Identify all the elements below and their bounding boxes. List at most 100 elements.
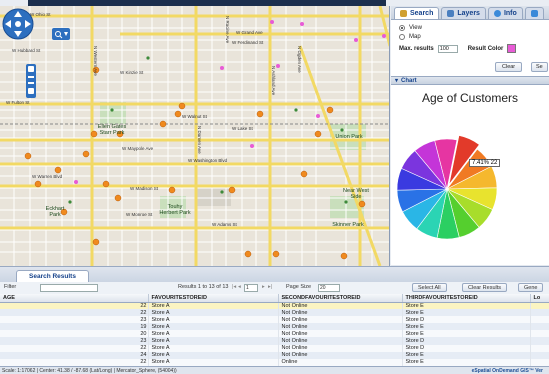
pie-chart[interactable] bbox=[391, 107, 549, 267]
results-table: AGE FAVOURITESTOREID SECONDFAVOURITESTOR… bbox=[0, 294, 549, 366]
search-icon bbox=[400, 10, 407, 17]
cell-age: 23 bbox=[0, 337, 149, 345]
tab-layers[interactable]: Layers bbox=[441, 7, 486, 19]
radio-view-row[interactable]: View bbox=[399, 23, 541, 32]
table-row[interactable]: 23 Store A Not Online Store D bbox=[0, 337, 549, 345]
tab-tools[interactable] bbox=[524, 7, 544, 19]
map-view[interactable]: W Ohio St W Grand Ave W Ferdinand St W H… bbox=[0, 6, 390, 266]
table-row[interactable]: 22 Store A Not Online Store D bbox=[0, 344, 549, 352]
last-page-icon[interactable]: ▸| bbox=[268, 284, 272, 290]
column-header[interactable]: SECONDFAVOURITESTOREID bbox=[278, 294, 403, 303]
cell-third: Store E bbox=[402, 358, 531, 366]
street-label: W Ferdinand St bbox=[232, 40, 264, 45]
street-label: W Grand Ave bbox=[236, 30, 263, 35]
street-label: W Washington Blvd bbox=[188, 158, 228, 163]
info-icon bbox=[493, 10, 501, 17]
table-header-row: AGE FAVOURITESTOREID SECONDFAVOURITESTOR… bbox=[0, 294, 549, 303]
tab-info[interactable]: Info bbox=[487, 7, 523, 19]
table-row[interactable]: 22 Store A Not Online Store E bbox=[0, 309, 549, 317]
results-toolbar: Filter Results 1 to 13 of 13 |◂ ◂ 1 ▸ ▸|… bbox=[0, 282, 549, 294]
map-toolbar[interactable] bbox=[52, 28, 70, 40]
cell-age: 19 bbox=[0, 323, 149, 331]
cell-third: Store E bbox=[402, 330, 531, 338]
table-row[interactable]: 19 Store A Not Online Store E bbox=[0, 323, 549, 331]
tab-search-results[interactable]: Search Results bbox=[16, 270, 89, 282]
tools-icon bbox=[530, 10, 538, 17]
result-color-label: Result Color bbox=[467, 45, 504, 52]
first-page-icon[interactable]: |◂ bbox=[232, 284, 236, 290]
radio-map[interactable] bbox=[399, 33, 405, 40]
area-label: Near West Side bbox=[343, 188, 369, 200]
cell-age: 22 bbox=[0, 358, 149, 366]
side-panel: Search Layers Info View Map Max. results… bbox=[391, 6, 549, 266]
cell-third: Store E bbox=[402, 351, 531, 359]
cell-fav: Store A bbox=[148, 344, 279, 352]
street-label: N Ashland Ave bbox=[271, 66, 276, 96]
generate-button[interactable]: Gene bbox=[518, 283, 544, 292]
clear-results-button[interactable]: Clear Results bbox=[462, 283, 508, 292]
page-input[interactable]: 1 bbox=[244, 284, 258, 292]
result-color-swatch[interactable] bbox=[507, 44, 517, 53]
cell-age: 20 bbox=[0, 330, 149, 338]
tab-label: Search bbox=[410, 10, 434, 17]
radio-view[interactable] bbox=[399, 24, 405, 31]
park-label: Union Park bbox=[335, 134, 363, 140]
park-label: Touhy Herbert Park bbox=[159, 204, 191, 216]
cell-third: Store E bbox=[402, 309, 531, 317]
column-header[interactable]: THIRDFAVOURITESTOREID bbox=[402, 294, 531, 303]
street-label: W Fulton St bbox=[6, 100, 30, 105]
chart-panel-title: Chart bbox=[401, 77, 417, 84]
cell-second: Not Online bbox=[278, 344, 403, 352]
results-panel: Search Results Filter Results 1 to 13 of… bbox=[0, 266, 549, 366]
street-label: N Western Ave bbox=[93, 46, 98, 76]
radio-label: View bbox=[409, 24, 422, 31]
street-label: W Warren Blvd bbox=[32, 174, 63, 179]
collapse-icon[interactable]: ▾ bbox=[395, 77, 398, 84]
cell-age: 22 bbox=[0, 309, 149, 317]
street-label: W Kinzie St bbox=[120, 70, 144, 75]
prev-page-icon[interactable]: ◂ bbox=[238, 284, 241, 290]
filter-input[interactable] bbox=[40, 284, 98, 292]
cell-second: Not Online bbox=[278, 330, 403, 338]
cell-third: Store D bbox=[402, 337, 531, 345]
park-label: Eckhart Park bbox=[45, 206, 65, 218]
search-button[interactable]: Se bbox=[531, 62, 548, 72]
table-row[interactable]: 23 Store A Not Online Store D bbox=[0, 316, 549, 324]
radio-map-row[interactable]: Map bbox=[399, 32, 541, 41]
select-all-button[interactable]: Select All bbox=[412, 283, 447, 292]
column-header[interactable]: AGE bbox=[0, 294, 149, 303]
radio-label: Map bbox=[409, 33, 421, 40]
results-tabbar: Search Results bbox=[0, 267, 549, 282]
street-label: N Damen Ave bbox=[197, 126, 202, 154]
cell-third: Store D bbox=[402, 316, 531, 324]
cell-second: Not Online bbox=[278, 302, 403, 310]
tab-label: Layers bbox=[457, 10, 480, 17]
column-header[interactable]: Lo bbox=[530, 294, 549, 303]
max-results-input[interactable]: 100 bbox=[437, 44, 458, 53]
table-row[interactable]: 22 Store A Not Online Store E bbox=[0, 302, 549, 310]
chart-panel-header[interactable]: ▾ Chart bbox=[391, 76, 549, 85]
street-label: N Ogden Ave bbox=[297, 46, 302, 73]
chart-title: Age of Customers bbox=[421, 91, 519, 105]
table-row[interactable]: 20 Store A Not Online Store E bbox=[0, 330, 549, 338]
table-row[interactable]: 22 Store A Online Store E bbox=[0, 358, 549, 366]
zoom-slider[interactable] bbox=[26, 64, 36, 98]
clear-button[interactable]: Clear bbox=[495, 62, 523, 72]
page-size-select[interactable]: 20 bbox=[318, 284, 340, 292]
cell-third: Store D bbox=[402, 344, 531, 352]
cell-age: 23 bbox=[0, 316, 149, 324]
pan-control[interactable] bbox=[0, 6, 36, 42]
tab-search[interactable]: Search bbox=[394, 7, 440, 19]
layers-icon bbox=[447, 10, 455, 17]
street-label: W Maypole Ave bbox=[122, 146, 154, 151]
panel-tabs: Search Layers Info bbox=[391, 6, 549, 20]
page-size-label: Page Size bbox=[286, 284, 312, 290]
cell-fav: Store A bbox=[148, 323, 279, 331]
cell-third: Store E bbox=[402, 302, 531, 310]
cell-third: Store E bbox=[402, 323, 531, 331]
search-form: View Map Max. results 100 Result Color C… bbox=[391, 20, 549, 76]
next-page-icon[interactable]: ▸ bbox=[262, 284, 265, 290]
column-header[interactable]: FAVOURITESTOREID bbox=[148, 294, 279, 303]
table-row[interactable]: 24 Store A Not Online Store E bbox=[0, 351, 549, 359]
cell-fav: Store A bbox=[148, 337, 279, 345]
